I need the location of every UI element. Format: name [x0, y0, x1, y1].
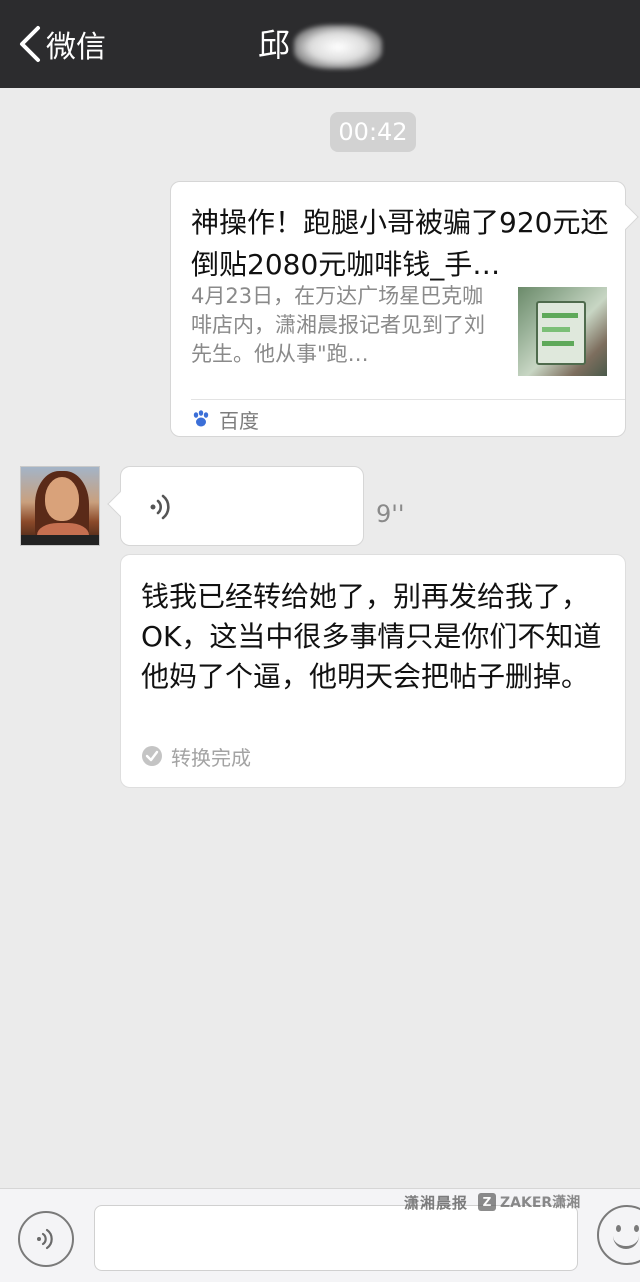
bubble-tail: [613, 204, 639, 230]
chat-title: 邱: [0, 20, 640, 69]
voice-message-bubble[interactable]: [107, 466, 364, 546]
voice-transcript: 钱我已经转给她了，别再发给我了，OK，这当中很多事情只是你们不知道他妈了个逼，他…: [120, 554, 626, 788]
link-source: 百度: [191, 404, 259, 434]
shared-link-card[interactable]: 神操作！跑腿小哥被骗了920元还倒贴2080元咖啡钱_手… 4月23日，在万达广…: [170, 181, 639, 437]
zaker-label: ZAKER潇湘: [500, 1195, 581, 1211]
card-divider: [191, 399, 625, 400]
transcript-status-label: 转换完成: [171, 745, 251, 770]
emoji-button[interactable]: [597, 1205, 640, 1265]
voice-wave-icon: [37, 1228, 53, 1250]
zaker-icon: Z: [478, 1193, 497, 1211]
xiangchen-logo: 潇湘晨报: [404, 1193, 469, 1212]
link-source-label: 百度: [219, 408, 259, 433]
link-title: 神操作！跑腿小哥被骗了920元还倒贴2080元咖啡钱_手…: [191, 206, 609, 281]
transcript-status: 转换完成: [141, 741, 251, 771]
check-circle-icon: [142, 746, 162, 766]
link-description: 4月23日，在万达广场星巴克咖啡店内，潇湘晨报记者见到了刘先生。他从事"跑…: [191, 284, 485, 366]
voice-wave-icon: [150, 494, 170, 520]
bubble-tail: [107, 491, 133, 517]
link-thumbnail: [518, 287, 607, 376]
avatar[interactable]: [20, 466, 100, 546]
contact-name: 邱: [257, 26, 290, 64]
voice-duration: 9'': [376, 500, 405, 528]
news-watermark: 潇湘晨报 Z ZAKER潇湘: [404, 1188, 580, 1216]
thumbnail-screen: [536, 301, 586, 365]
name-redaction: [294, 25, 382, 69]
zaker-logo: Z ZAKER潇湘: [478, 1192, 580, 1212]
baidu-paw-icon: [193, 410, 209, 427]
transcript-text: 钱我已经转给她了，别再发给我了，OK，这当中很多事情只是你们不知道他妈了个逼，他…: [141, 580, 602, 693]
message-timestamp: 00:42: [330, 112, 416, 152]
voice-input-toggle[interactable]: [18, 1211, 74, 1267]
navigation-bar: 微信 邱: [0, 0, 640, 88]
emoji-icon: [616, 1225, 621, 1232]
